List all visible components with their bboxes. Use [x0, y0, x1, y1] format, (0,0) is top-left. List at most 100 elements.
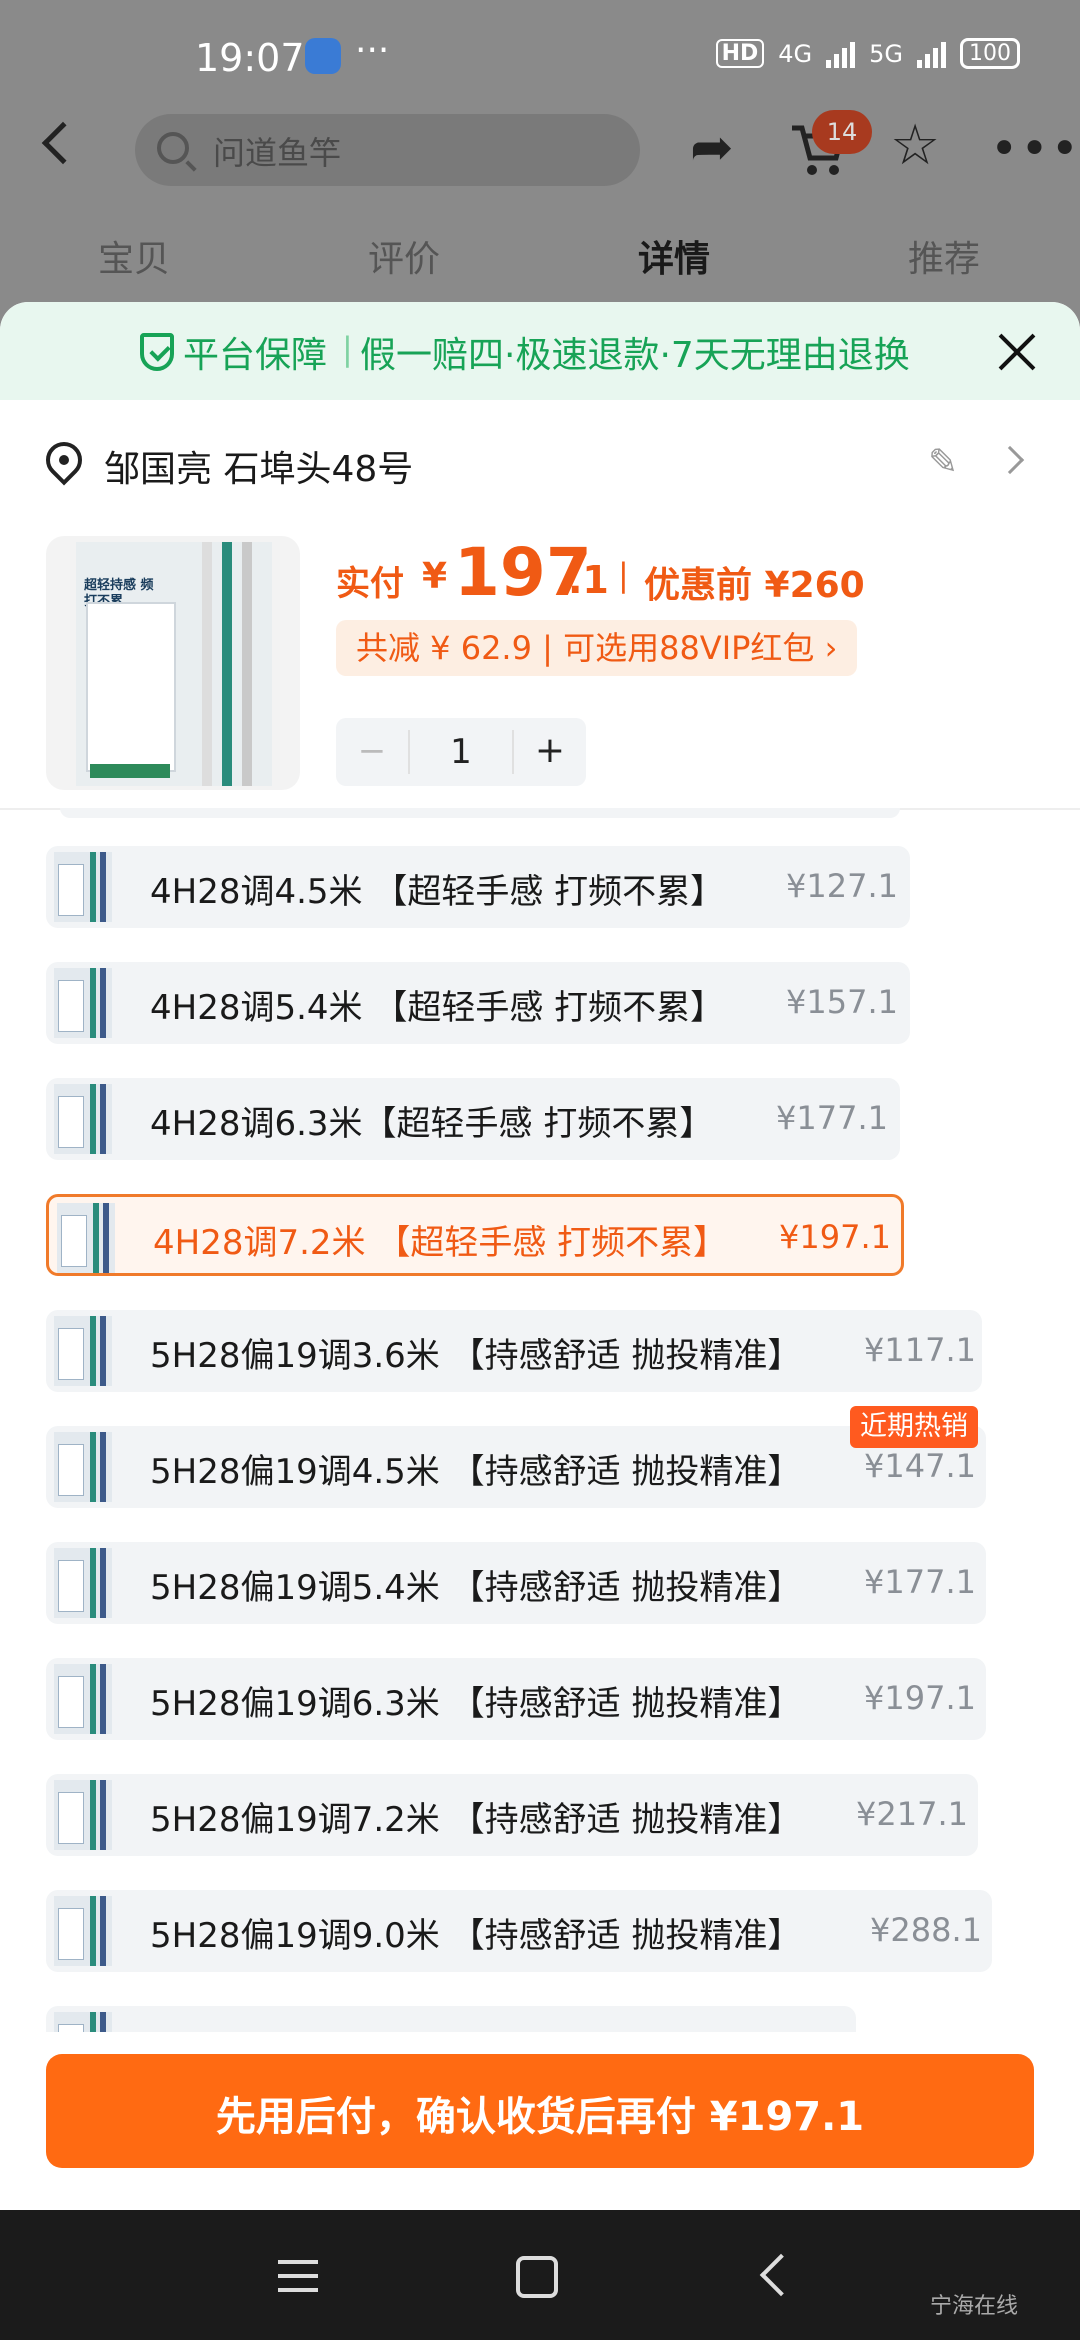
sku-option[interactable]: 5H28偏19调9.0米 【持感舒适 抛投精准】 ¥288.1	[46, 1890, 992, 1972]
watermark-text: 宁海在线	[930, 2294, 1019, 2319]
option-name: 5H28偏19调4.5米 【持感舒适 抛投精准】	[150, 1452, 802, 1492]
product-image-banner	[90, 764, 170, 778]
guarantee-separator: |	[342, 330, 353, 368]
sku-option[interactable]: 5H28偏19调3.6米 【持感舒适 抛投精准】 ¥117.1	[46, 1310, 982, 1392]
qty-value[interactable]: 1	[408, 730, 514, 774]
more-notifications-icon: ···	[355, 30, 390, 71]
home-icon[interactable]	[516, 2256, 558, 2298]
pay-later-button[interactable]: 先用后付，确认收货后再付 ¥197.1	[46, 2054, 1034, 2168]
chevron-right-icon	[995, 445, 1025, 475]
system-nav-bar	[0, 2210, 1080, 2340]
option-price: ¥127.1	[786, 867, 898, 905]
product-image-rod	[242, 542, 252, 786]
option-price: ¥177.1	[776, 1099, 888, 1137]
tab-item[interactable]: 宝贝	[98, 230, 170, 282]
option-name: 5H28偏19调3.6米 【持感舒适 抛投精准】	[150, 1336, 802, 1376]
signal-icon	[826, 40, 856, 68]
option-price: ¥117.1	[864, 1331, 976, 1369]
shield-check-icon	[140, 333, 174, 371]
quantity-stepper: − 1 +	[336, 718, 586, 786]
sku-option-partial	[46, 2006, 856, 2032]
status-bar: 19:07 ··· HD 4G 5G 100	[0, 0, 1080, 118]
close-icon[interactable]	[995, 330, 1039, 374]
favorite-star-icon[interactable]: ☆	[890, 118, 940, 174]
qty-minus-button[interactable]: −	[336, 718, 408, 786]
option-name: 4H28调5.4米 【超轻手感 打频不累】	[150, 988, 725, 1028]
option-price: ¥288.1	[870, 1911, 982, 1949]
option-price: ¥197.1	[864, 1679, 976, 1717]
option-thumbnail	[54, 1548, 112, 1618]
sku-option[interactable]: 5H28偏19调7.2米 【持感舒适 抛投精准】 ¥217.1	[46, 1774, 978, 1856]
cart-count-badge: 14	[812, 110, 872, 154]
option-name: 4H28调6.3米【超轻手感 打频不累】	[150, 1104, 714, 1144]
option-name: 4H28调4.5米 【超轻手感 打频不累】	[150, 872, 725, 912]
option-thumbnail	[54, 1084, 112, 1154]
option-price: ¥217.1	[856, 1795, 968, 1833]
edit-pencil-icon[interactable]: ✎	[928, 442, 958, 483]
back-arrow-icon[interactable]	[41, 121, 85, 165]
battery-icon: 100	[960, 38, 1020, 69]
option-peek	[60, 808, 900, 818]
option-price: ¥177.1	[864, 1563, 976, 1601]
product-image-rod	[222, 542, 232, 786]
recent-apps-icon[interactable]	[278, 2260, 318, 2292]
network-5g-label: 5G	[869, 39, 903, 68]
option-name: 5H28偏19调7.2米 【持感舒适 抛投精准】	[150, 1800, 802, 1840]
signal-icon-2	[917, 40, 946, 68]
product-image-art: 超轻持感 频打不累	[76, 542, 272, 786]
location-pin-icon	[38, 434, 90, 486]
hd-voice-icon: HD	[715, 39, 765, 68]
sku-option-selected[interactable]: 4H28调7.2米 【超轻手感 打频不累】 ¥197.1	[46, 1194, 904, 1276]
option-thumbnail	[54, 1780, 112, 1850]
app-notification-icon	[305, 38, 341, 74]
address-row[interactable]: 邹国亮 石埠头48号 ✎	[0, 432, 1080, 502]
tab-reviews[interactable]: 评价	[368, 230, 440, 282]
hot-sale-badge: 近期热销	[850, 1406, 978, 1448]
product-image[interactable]: 超轻持感 频打不累	[46, 536, 300, 790]
discount-box[interactable]: 共减 ¥ 62.9 | 可选用88VIP红包 ›	[336, 620, 858, 676]
option-price: ¥197.1	[779, 1218, 891, 1256]
price-separator: |	[618, 556, 629, 594]
pay-price-decimal: .1	[568, 558, 609, 602]
sku-option[interactable]: 4H28调5.4米 【超轻手感 打频不累】 ¥157.1	[46, 962, 910, 1044]
share-icon[interactable]: ➦	[690, 122, 734, 174]
sku-option[interactable]: 5H28偏19调4.5米 【持感舒适 抛投精准】 ¥147.1	[46, 1426, 986, 1508]
network-4g-label: 4G	[778, 39, 813, 68]
option-thumbnail	[54, 1896, 112, 1966]
option-thumbnail	[54, 1664, 112, 1734]
search-box[interactable]: 问道鱼竿	[135, 114, 640, 186]
pay-later-label: 先用后付，确认收货后再付 ¥197.1	[215, 2094, 865, 2140]
option-price: ¥157.1	[786, 983, 898, 1021]
more-icon[interactable]: •••	[990, 125, 1080, 173]
guarantee-title: 平台保障	[183, 335, 328, 376]
sku-option[interactable]: 4H28调4.5米 【超轻手感 打频不累】 ¥127.1	[46, 846, 910, 928]
option-thumbnail	[57, 1203, 115, 1273]
option-thumbnail	[54, 968, 112, 1038]
screen: 19:07 ··· HD 4G 5G 100 问道鱼竿 ➦ 14 ☆ ••• 宝…	[0, 0, 1080, 2340]
option-name: 5H28偏19调6.3米 【持感舒适 抛投精准】	[150, 1684, 802, 1724]
option-name: 5H28偏19调5.4米 【持感舒适 抛投精准】	[150, 1568, 802, 1608]
tab-recommend[interactable]: 推荐	[908, 230, 980, 282]
option-price: ¥147.1	[864, 1447, 976, 1485]
option-thumbnail	[54, 852, 112, 922]
option-thumbnail	[54, 1316, 112, 1386]
option-thumbnail	[54, 2012, 112, 2032]
back-icon[interactable]	[759, 2253, 803, 2297]
option-thumbnail	[54, 1432, 112, 1502]
tab-details[interactable]: 详情	[638, 230, 710, 282]
sku-option[interactable]: 4H28调6.3米【超轻手感 打频不累】 ¥177.1	[46, 1078, 900, 1160]
product-image-spec-card	[86, 602, 176, 772]
status-indicators: HD 4G 5G 100	[715, 38, 1020, 69]
address-text: 邹国亮 石埠头48号	[104, 449, 414, 490]
product-image-rod	[202, 542, 212, 786]
original-price: 优惠前 ¥260	[644, 565, 865, 606]
search-placeholder: 问道鱼竿	[213, 134, 342, 172]
sku-option[interactable]: 5H28偏19调6.3米 【持感舒适 抛投精准】 ¥197.1	[46, 1658, 986, 1740]
qty-plus-button[interactable]: +	[514, 718, 586, 786]
search-icon	[157, 132, 189, 164]
guarantee-banner: 平台保障 | 假一赔四·极速退款·7天无理由退换	[0, 302, 1080, 400]
guarantee-text: 假一赔四·极速退款·7天无理由退换	[360, 335, 910, 376]
sku-sheet: 平台保障 | 假一赔四·极速退款·7天无理由退换 邹国亮 石埠头48号 ✎ 超轻…	[0, 302, 1080, 2210]
pay-label: 实付	[336, 564, 404, 604]
sku-option[interactable]: 5H28偏19调5.4米 【持感舒适 抛投精准】 ¥177.1	[46, 1542, 986, 1624]
